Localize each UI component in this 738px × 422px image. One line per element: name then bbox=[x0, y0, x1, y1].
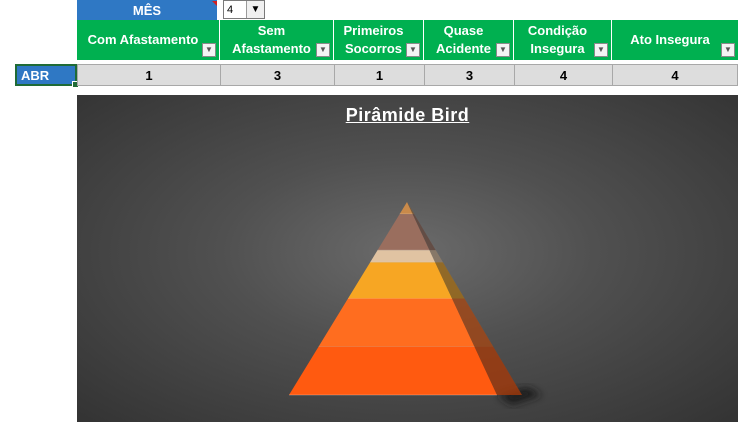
table-cell[interactable]: 1 bbox=[334, 64, 425, 86]
month-label: MÊS bbox=[77, 0, 217, 21]
pyramid-layer-front[interactable] bbox=[289, 346, 497, 395]
header-label: Ato Insegura bbox=[630, 32, 710, 47]
comment-indicator bbox=[212, 1, 217, 6]
table-cell[interactable]: 3 bbox=[424, 64, 515, 86]
table-cell[interactable]: 1 bbox=[77, 64, 221, 86]
filter-dropdown-icon[interactable]: ▼ bbox=[406, 43, 420, 57]
filter-dropdown-icon[interactable]: ▼ bbox=[594, 43, 608, 57]
header-ato-insegura: Ato Insegura ▼ bbox=[612, 20, 738, 60]
header-primeiros-socorros: Primeiros Socorros ▼ bbox=[334, 20, 424, 60]
row-label-selected-cell[interactable]: ABR bbox=[15, 64, 79, 88]
pyramid-layer-front[interactable] bbox=[399, 202, 413, 215]
pyramid-chart[interactable]: Pirâmide Bird bbox=[77, 95, 738, 422]
chevron-down-icon[interactable]: ▼ bbox=[246, 1, 264, 18]
header-condicao-insegura: Condição Insegura ▼ bbox=[514, 20, 612, 60]
filter-dropdown-icon[interactable]: ▼ bbox=[202, 43, 216, 57]
pyramid-layer-front[interactable] bbox=[348, 262, 452, 299]
table-cell[interactable]: 4 bbox=[612, 64, 738, 86]
header-sem-afastamento: Sem Afastamento ▼ bbox=[220, 20, 334, 60]
filter-dropdown-icon[interactable]: ▼ bbox=[721, 43, 735, 57]
month-select-value: 4 bbox=[227, 3, 234, 16]
header-label: Com Afastamento bbox=[87, 32, 199, 47]
filter-dropdown-icon[interactable]: ▼ bbox=[316, 43, 330, 57]
pyramid-layer-front[interactable] bbox=[370, 250, 436, 263]
table-cell[interactable]: 4 bbox=[514, 64, 613, 86]
header-com-afastamento: Com Afastamento ▼ bbox=[77, 20, 220, 60]
row-label: ABR bbox=[21, 67, 50, 83]
pyramid-layer-front[interactable] bbox=[318, 298, 475, 347]
header-quase-acidente: Quase Acidente ▼ bbox=[424, 20, 514, 60]
table-cell[interactable]: 3 bbox=[220, 64, 335, 86]
month-select[interactable]: 4 ▼ bbox=[223, 0, 265, 19]
pyramid-svg bbox=[289, 202, 542, 405]
filter-dropdown-icon[interactable]: ▼ bbox=[496, 43, 510, 57]
